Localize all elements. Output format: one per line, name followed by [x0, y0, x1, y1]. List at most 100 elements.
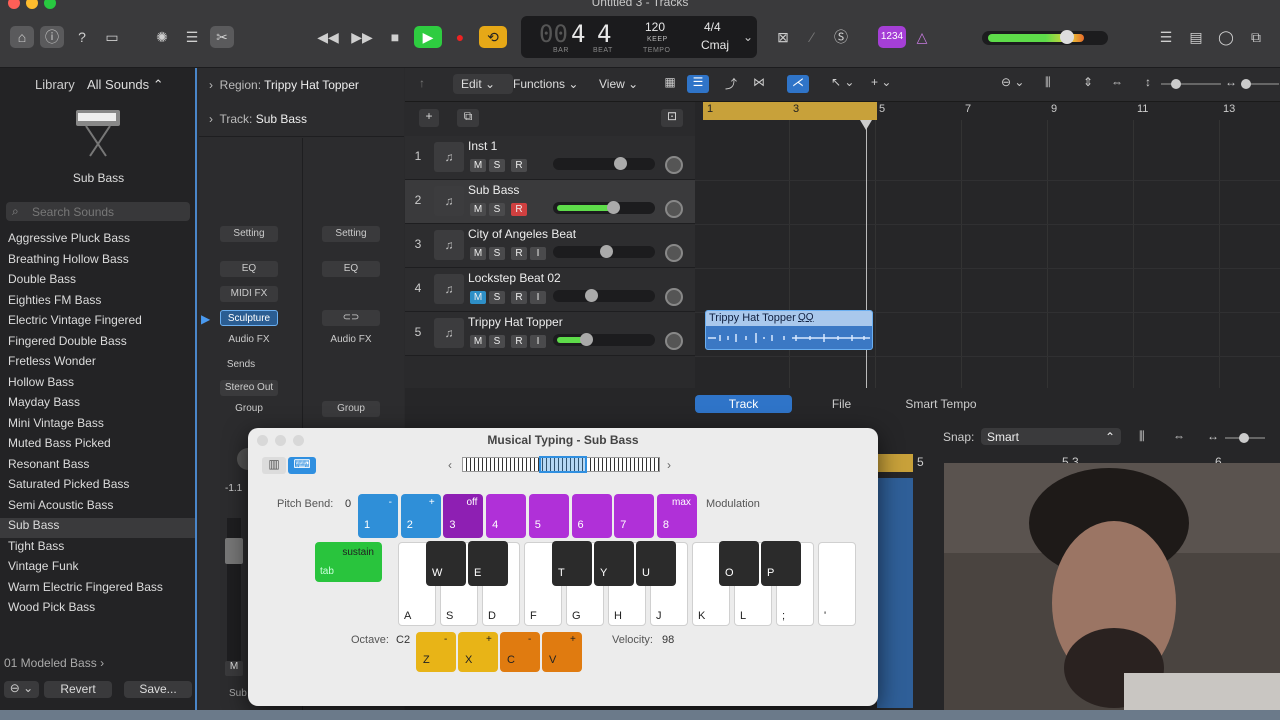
track-name[interactable]: Lockstep Beat 02	[468, 271, 561, 285]
channel-mute-button[interactable]: M	[225, 661, 243, 676]
metronome-icon[interactable]: △	[910, 26, 934, 48]
track-name[interactable]: Trippy Hat Topper	[468, 315, 563, 329]
pencil-tool-icon[interactable]: + ⌄	[871, 75, 891, 89]
toolbar-toggle-icon[interactable]: ▭	[100, 26, 124, 48]
stop-icon[interactable]: ■	[383, 26, 407, 48]
library-item[interactable]: Mini Vintage Bass	[8, 416, 194, 436]
track-solo-button[interactable]: S	[489, 159, 505, 172]
tab-track[interactable]: Track	[695, 395, 792, 413]
track-input-monitor-button[interactable]: I	[530, 247, 546, 260]
volume-fader[interactable]	[225, 518, 243, 668]
track-solo-button[interactable]: S	[489, 335, 505, 348]
octave-key[interactable]: -Z	[416, 632, 456, 672]
track-record-button[interactable]: R	[511, 247, 527, 260]
stereo-out-setting-button[interactable]: Setting	[322, 226, 380, 242]
group-slot[interactable]: Group	[220, 401, 278, 417]
duplicate-track-icon[interactable]: ⧉	[457, 109, 479, 127]
library-item[interactable]: Hollow Bass	[8, 375, 194, 395]
track-record-button[interactable]: R	[511, 291, 527, 304]
keyboard-right-arrow-icon[interactable]: ›	[667, 458, 671, 472]
horizontal-zoom-slider[interactable]	[1241, 79, 1279, 89]
global-tracks-icon[interactable]: ⊡	[661, 109, 683, 127]
flex-icon[interactable]: ⋈	[753, 75, 765, 89]
channel-setting-button[interactable]: Setting	[220, 226, 278, 242]
catch-icon[interactable]: ⊖ ⌄	[1001, 75, 1024, 89]
rewind-icon[interactable]: ◀◀	[315, 26, 341, 48]
editor-fit-icon[interactable]: ⇔	[1173, 429, 1185, 443]
track-name[interactable]: Inst 1	[468, 139, 497, 153]
automation-icon[interactable]: ⤴	[725, 75, 737, 92]
play-icon[interactable]: ▶	[414, 26, 442, 48]
black-piano-key[interactable]: E	[468, 541, 508, 586]
browsers-icon[interactable]: ⧉	[1244, 26, 1268, 48]
track-solo-button[interactable]: S	[489, 203, 505, 216]
top-row-key[interactable]: 7	[614, 494, 655, 538]
track-name[interactable]: City of Angeles Beat	[468, 227, 576, 241]
grid-view-icon[interactable]: ▦	[661, 75, 679, 93]
track-header[interactable]: 5 ♫ Trippy Hat Topper M S R I	[405, 312, 695, 356]
tab-smart-tempo[interactable]: Smart Tempo	[891, 395, 991, 413]
black-piano-key[interactable]: T	[552, 541, 592, 586]
pointer-tool-icon[interactable]: ↖ ⌄	[831, 75, 854, 89]
track-volume-slider[interactable]	[553, 289, 655, 302]
track-instrument-icon[interactable]: ♫	[434, 318, 464, 348]
library-filter[interactable]: All Sounds ⌃	[87, 77, 164, 93]
cycle-icon[interactable]: ⟲	[479, 26, 507, 48]
track-header[interactable]: 3 ♫ City of Angeles Beat M S R I	[405, 224, 695, 268]
black-piano-key[interactable]: P	[761, 541, 801, 586]
library-item[interactable]: Sub Bass	[0, 518, 195, 538]
library-item[interactable]: Eighties FM Bass	[8, 293, 194, 313]
editor-waveform-region[interactable]	[877, 478, 913, 708]
stereo-out-audio-fx-slot[interactable]: Audio FX	[322, 332, 380, 348]
top-row-key[interactable]: 5	[528, 494, 569, 538]
lcd-dropdown-icon[interactable]: ⌄	[743, 30, 753, 44]
functions-menu[interactable]: Functions ⌄	[507, 74, 589, 94]
keyboard-range-selector[interactable]	[462, 456, 660, 473]
horizontal-fit-icon[interactable]: ⇔	[1111, 75, 1123, 89]
track-volume-slider[interactable]	[553, 333, 655, 346]
inspector-info-icon[interactable]: ⓘ	[40, 26, 64, 48]
track-pan-knob[interactable]	[665, 288, 683, 306]
edit-menu[interactable]: Edit ⌄	[453, 74, 513, 94]
track-mute-button[interactable]: M	[470, 291, 486, 304]
track-record-button[interactable]: R	[511, 335, 527, 348]
timeline-ruler[interactable]: 1 3 5 7 9 11 13	[703, 102, 1280, 120]
library-item[interactable]: Saturated Picked Bass	[8, 477, 194, 497]
piano-keyboard-mode-icon[interactable]: ▥	[262, 457, 286, 474]
replace-icon[interactable]: ⊠	[771, 26, 795, 48]
library-item[interactable]: Vintage Funk	[8, 559, 194, 579]
library-item[interactable]: Semi Acoustic Bass	[8, 498, 194, 518]
vertical-size-icon[interactable]: ↕	[1145, 75, 1151, 89]
library-folder[interactable]: 01 Modeled Bass ›	[4, 656, 104, 670]
fast-forward-icon[interactable]: ▶▶	[349, 26, 375, 48]
keyboard-left-arrow-icon[interactable]: ‹	[448, 458, 452, 472]
track-header[interactable]: 4 ♫ Lockstep Beat 02 M S R I	[405, 268, 695, 312]
track-solo-button[interactable]: S	[489, 291, 505, 304]
track-solo-button[interactable]: S	[489, 247, 505, 260]
editor-cycle-range[interactable]	[877, 454, 913, 472]
typing-keyboard-mode-icon[interactable]: ⌨	[288, 457, 316, 474]
smart-controls-icon[interactable]: ✺	[150, 26, 174, 48]
master-volume-slider[interactable]	[982, 30, 1108, 45]
revert-button[interactable]: Revert	[44, 681, 112, 698]
stereo-out-group-slot[interactable]: Group	[322, 401, 380, 417]
track-mute-button[interactable]: M	[470, 335, 486, 348]
search-sounds-input[interactable]: ⌕ Search Sounds	[6, 202, 190, 221]
library-item[interactable]: Electric Vintage Fingered	[8, 313, 194, 333]
track-record-button[interactable]: R	[511, 159, 527, 172]
track-input-monitor-button[interactable]: I	[530, 335, 546, 348]
black-piano-key[interactable]: O	[719, 541, 759, 586]
solo-icon[interactable]: Ⓢ	[829, 26, 853, 48]
library-item[interactable]: Fingered Double Bass	[8, 334, 194, 354]
audio-fx-slot[interactable]: Audio FX	[220, 332, 278, 348]
track-volume-slider[interactable]	[553, 245, 655, 258]
top-row-key[interactable]: -1	[358, 494, 398, 538]
library-item[interactable]: Warm Electric Fingered Bass	[8, 580, 194, 600]
track-mute-button[interactable]: M	[470, 203, 486, 216]
tuner-icon[interactable]: ⁄	[800, 26, 824, 48]
snap-icon[interactable]: ⋌	[787, 75, 809, 93]
audio-region[interactable]: Trippy Hat Topper QQ	[705, 310, 873, 350]
library-item[interactable]: Breathing Hollow Bass	[8, 252, 194, 272]
record-icon[interactable]: ●	[448, 26, 472, 48]
tab-file[interactable]: File	[793, 395, 890, 413]
